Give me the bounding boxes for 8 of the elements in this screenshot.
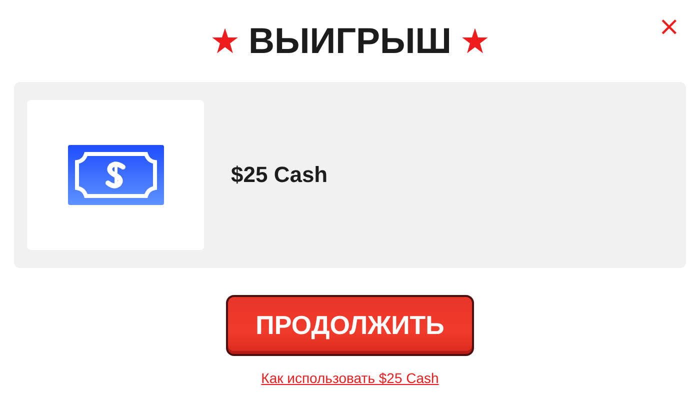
star-icon [461, 27, 490, 55]
continue-button[interactable]: ПРОДОЛЖИТЬ [226, 295, 474, 356]
star-icon [210, 27, 239, 55]
prize-name: $25 Cash [231, 162, 328, 188]
close-button[interactable]: × [654, 14, 684, 40]
banknote-icon [68, 145, 164, 205]
help-link[interactable]: Как использовать $25 Cash [261, 370, 439, 386]
dialog-title: ВЫИГРЫШ [248, 20, 452, 62]
